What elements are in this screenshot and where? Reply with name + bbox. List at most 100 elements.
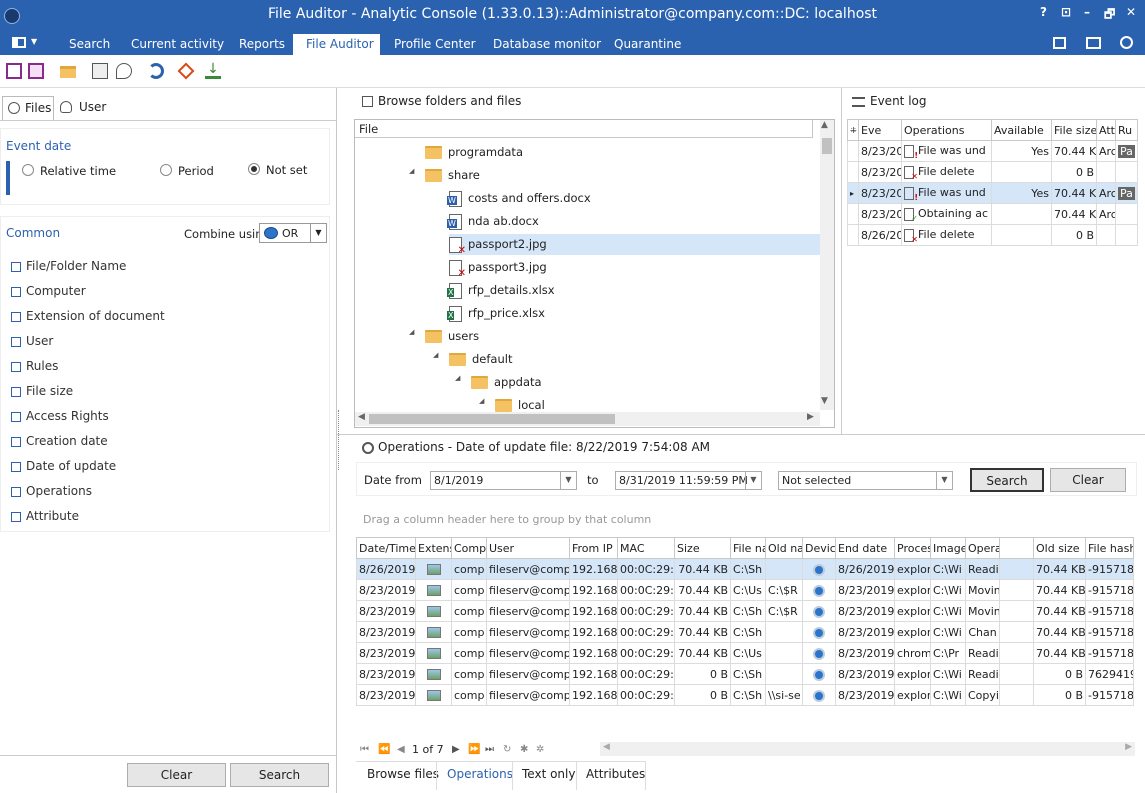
tree-vscroll[interactable]: ▲ ▼	[820, 120, 834, 410]
ops-scroll-left-icon[interactable]: ◀	[603, 742, 610, 752]
tree-item[interactable]: rfp_price.xlsx	[447, 303, 545, 324]
add-row-icon[interactable]: ✱	[520, 744, 528, 755]
table-row[interactable]: 8/23/2019 comp fileserv@compu 192.168. 00:0C…	[356, 579, 1134, 601]
table-row[interactable]: 8/23/20!File was und Yes 70.44 KEArcPa	[847, 140, 1138, 162]
combine-select[interactable]: OR ▼	[259, 223, 327, 243]
operations-hscroll[interactable]: ◀ ▶	[600, 742, 1135, 756]
filter-checkbox[interactable]	[11, 287, 21, 297]
column-header[interactable]: File size	[1051, 119, 1097, 141]
filter-label[interactable]: User	[26, 334, 53, 348]
operations-search-button[interactable]: Search	[970, 468, 1044, 492]
tab-operations[interactable]: Operations	[447, 767, 513, 781]
filter-checkbox[interactable]	[11, 312, 21, 322]
tree-item[interactable]: passport2.jpg	[449, 234, 820, 256]
menu-dropdown-icon[interactable]: ▼	[31, 37, 37, 46]
tab-database-monitor[interactable]: Database monitor	[487, 34, 607, 55]
tree-item[interactable]: ◢ share	[409, 165, 480, 186]
cube-icon[interactable]	[1053, 37, 1066, 49]
next-page-icon[interactable]: ▶	[452, 744, 460, 755]
operation-select-dropdown-icon[interactable]: ▼	[936, 471, 952, 490]
filter-label[interactable]: Computer	[26, 284, 86, 298]
column-header[interactable]: Compu	[451, 537, 487, 559]
table-row[interactable]: 8/23/20 ✕ File delete 0 B	[847, 161, 1138, 183]
filter-label[interactable]: File size	[26, 384, 73, 398]
row-selector-header[interactable]: ⁜	[847, 119, 859, 141]
filter-checkbox[interactable]	[11, 512, 21, 522]
table-row[interactable]: 8/26/20 ✕ File delete 0 B	[847, 224, 1138, 246]
table-row[interactable]: 8/23/2019 comp fileserv@compu 192.168. 00:0C…	[356, 600, 1134, 622]
location-icon[interactable]	[116, 63, 132, 79]
open-folder-icon[interactable]	[60, 66, 76, 78]
tab-quarantine[interactable]: Quarantine	[608, 34, 687, 55]
filter-checkbox[interactable]	[11, 462, 21, 472]
column-header[interactable]: Ru	[1115, 119, 1138, 141]
table-row[interactable]: 8/26/2019 comp fileserv@compu 192.168. 00:0C…	[356, 558, 1134, 580]
column-header[interactable]: Extens	[415, 537, 452, 559]
column-header[interactable]: Att	[1096, 119, 1116, 141]
table-row[interactable]: 8/23/2019 comp fileserv@compu 192.168. 00:0C…	[356, 684, 1134, 706]
filter-checkbox[interactable]	[11, 437, 21, 447]
tree-item[interactable]: rfp_details.xlsx	[447, 280, 555, 301]
column-header[interactable]: Operations	[901, 119, 992, 141]
computer-report-icon[interactable]	[92, 63, 108, 79]
table-row[interactable]: 8/23/2019 comp fileserv@compu 192.168. 00:0C…	[356, 621, 1134, 643]
relative-time-radio[interactable]	[22, 164, 34, 176]
clear-button[interactable]: Clear	[127, 763, 226, 787]
file-column-header[interactable]: File	[355, 120, 813, 138]
filter-label[interactable]: Operations	[26, 484, 92, 498]
column-header[interactable]: User	[486, 537, 570, 559]
column-header[interactable]: Image	[930, 537, 966, 559]
tree-item[interactable]: programdata	[425, 142, 523, 163]
column-header[interactable]: Old na	[765, 537, 803, 559]
filter-checkbox[interactable]	[11, 362, 21, 372]
expand-icon[interactable]: ◢	[479, 397, 484, 405]
filter-label[interactable]: File/Folder Name	[26, 259, 126, 273]
scroll-left-icon[interactable]: ◀	[358, 412, 365, 422]
scroll-right-icon[interactable]: ▶	[807, 412, 814, 422]
filter-label[interactable]: Extension of document	[26, 309, 165, 323]
refresh-icon[interactable]	[148, 63, 164, 79]
tab-files[interactable]: Files	[2, 96, 54, 120]
period-radio[interactable]	[160, 164, 172, 176]
column-header[interactable]	[999, 537, 1034, 559]
close-icon[interactable]: ✕	[1126, 5, 1136, 19]
table-row[interactable]: 8/23/2019 comp fileserv@compu 192.168. 00:0C…	[356, 663, 1134, 685]
column-header[interactable]: Opera	[965, 537, 1000, 559]
filter-checkbox[interactable]	[11, 337, 21, 347]
restore-layout-icon[interactable]: ⊡	[1061, 5, 1071, 19]
help-icon[interactable]: ?	[1040, 5, 1047, 19]
column-header[interactable]: Device	[802, 537, 836, 559]
table-row[interactable]: ▸8/23/20!File was und Yes 70.44 KEArcPa	[847, 182, 1138, 204]
tab-attributes[interactable]: Attributes	[586, 767, 645, 781]
date-to-input[interactable]: 8/31/2019 11:59:59 PM ▼	[615, 471, 762, 490]
expand-icon[interactable]: ◢	[433, 351, 438, 359]
next-page-group-icon[interactable]: ⏩	[468, 744, 480, 755]
tree-hscroll[interactable]: ◀ ▶	[355, 412, 820, 426]
filter-label[interactable]: Rules	[26, 359, 58, 373]
table-row[interactable]: 8/23/2019 comp fileserv@compu 192.168. 00:0C…	[356, 642, 1134, 664]
date-from-dropdown-icon[interactable]: ▼	[560, 471, 576, 490]
column-header[interactable]: MAC	[617, 537, 675, 559]
date-from-input[interactable]: 8/1/2019 ▼	[430, 471, 577, 490]
filter-label[interactable]: Creation date	[26, 434, 108, 448]
filter-label[interactable]: Access Rights	[26, 409, 109, 423]
column-header[interactable]: Proces	[894, 537, 931, 559]
filter-checkbox[interactable]	[11, 262, 21, 272]
minimize-icon[interactable]: –	[1084, 5, 1090, 19]
maximize-icon[interactable]: 🗗	[1104, 5, 1115, 26]
column-header[interactable]: Date/Time	[356, 537, 416, 559]
tab-user[interactable]: User	[57, 96, 112, 120]
save-as-icon[interactable]	[28, 63, 44, 79]
save-icon[interactable]	[6, 63, 22, 79]
last-page-icon[interactable]: ⏭	[485, 744, 494, 755]
filter-label[interactable]: Attribute	[26, 509, 79, 523]
tab-profile-center[interactable]: Profile Center	[388, 34, 482, 55]
scroll-up-icon[interactable]: ▲	[821, 120, 828, 130]
prev-page-icon[interactable]: ◀	[397, 744, 405, 755]
tab-text-only[interactable]: Text only	[522, 767, 575, 781]
remove-row-icon[interactable]: ✲	[536, 744, 544, 755]
refresh-page-icon[interactable]: ↻	[503, 744, 511, 755]
first-page-icon[interactable]: ⏮	[360, 744, 369, 755]
filter-label[interactable]: Date of update	[26, 459, 116, 473]
tree-item[interactable]: ◢ appdata	[455, 372, 542, 393]
